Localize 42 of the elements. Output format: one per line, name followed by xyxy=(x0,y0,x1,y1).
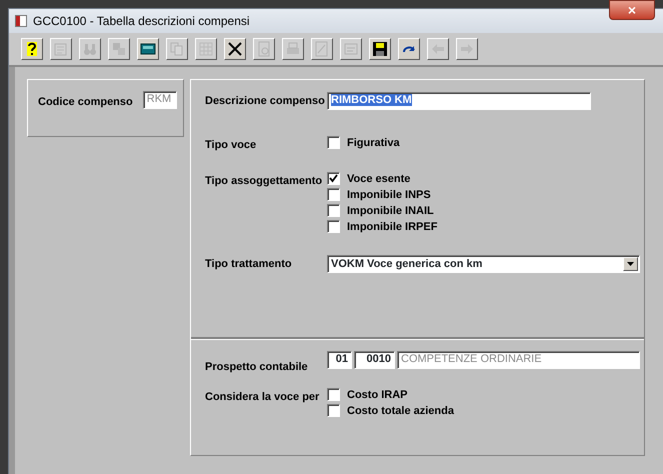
checkbox[interactable] xyxy=(327,188,340,201)
delete-button[interactable] xyxy=(224,38,246,60)
pages-icon xyxy=(111,41,127,57)
checkbox-label: Imponibile INPS xyxy=(347,188,431,200)
checkbox-label: Costo IRAP xyxy=(347,388,408,400)
checkbox[interactable] xyxy=(327,220,340,233)
checkbox-label: Figurativa xyxy=(347,136,400,148)
help-icon xyxy=(24,41,40,57)
close-button[interactable]: × xyxy=(609,0,655,20)
printer-icon xyxy=(285,41,301,57)
help-button[interactable] xyxy=(21,38,43,60)
checkbox-label: Voce esente xyxy=(347,172,410,184)
field-label: Codice compenso xyxy=(38,96,133,108)
save-icon xyxy=(372,41,388,57)
preview-icon xyxy=(256,41,272,57)
binoculars-icon xyxy=(82,41,98,57)
field-label: Tipo trattamento xyxy=(205,257,293,270)
form-icon xyxy=(343,41,359,57)
checkbox[interactable] xyxy=(327,404,340,417)
field-label: Considera la voce per xyxy=(205,390,320,403)
treatment-dropdown[interactable]: VOKM Voce generica con km xyxy=(327,255,640,273)
redo-button[interactable] xyxy=(398,38,420,60)
field-label: Tipo assoggettamento xyxy=(205,174,324,187)
window-title: GCC0100 - Tabella descrizioni compensi xyxy=(33,13,250,30)
checkbox-label: Costo totale azienda xyxy=(347,404,454,416)
copy-icon xyxy=(169,41,185,57)
field-label: Prospetto contabile xyxy=(205,360,309,373)
checkbox[interactable] xyxy=(327,204,340,217)
description-field[interactable]: RIMBORSO KM xyxy=(327,92,591,110)
calculator-button[interactable] xyxy=(137,38,159,60)
field-label: Descrizione compenso xyxy=(205,94,326,107)
edit-icon xyxy=(314,41,330,57)
checkbox-label: Imponibile IRPEF xyxy=(347,220,438,232)
save-button[interactable] xyxy=(369,38,391,60)
checkbox-label: Imponibile INAIL xyxy=(347,204,434,216)
field-label: Tipo voce xyxy=(205,138,258,151)
checkbox[interactable] xyxy=(327,136,340,149)
delete-icon xyxy=(227,41,243,57)
checkbox[interactable] xyxy=(327,172,340,185)
app-icon xyxy=(15,15,27,27)
checkbox[interactable] xyxy=(327,388,340,401)
calculator-icon xyxy=(140,41,156,57)
